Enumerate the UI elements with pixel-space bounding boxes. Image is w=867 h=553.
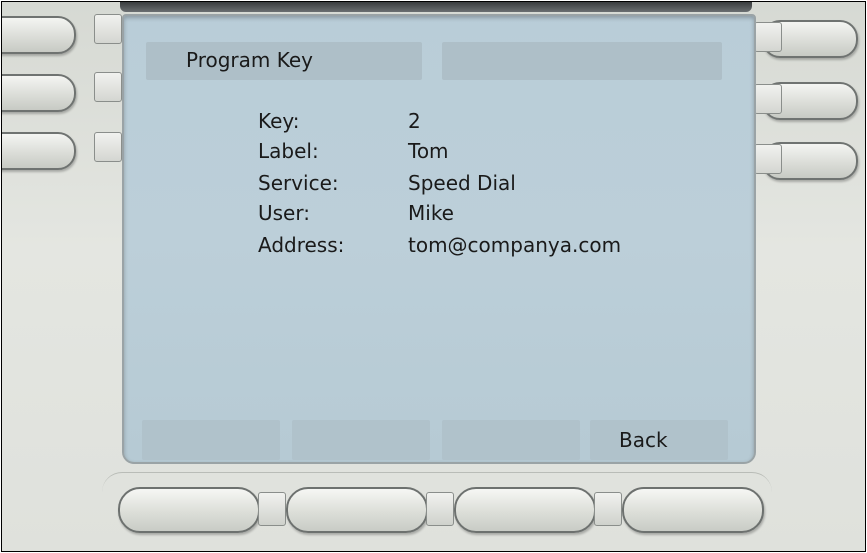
page-title: Program Key (186, 48, 314, 72)
field-value: Mike (408, 201, 454, 225)
line-key-right-2-nub (754, 84, 782, 114)
title-bar-right (442, 42, 722, 80)
softkey-button-back[interactable] (622, 487, 764, 533)
line-key-left-1-nub (94, 14, 122, 44)
bezel-top-edge (120, 2, 752, 12)
softkey-label-2 (292, 420, 430, 460)
softkey-button-3[interactable] (454, 487, 596, 533)
line-key-left-3[interactable] (2, 132, 76, 170)
field-label: Label: (258, 139, 319, 163)
display-screen: Program Key Key: 2 Label: Tom Service: S… (122, 14, 756, 464)
line-key-left-3-nub (94, 132, 122, 162)
softkey-label-back: Back (619, 428, 668, 452)
softkey-label-1 (142, 420, 280, 460)
line-key-right-1-nub (754, 22, 782, 52)
line-key-left-1[interactable] (2, 16, 76, 54)
softkey-divider (258, 492, 286, 526)
line-key-left-2-nub (94, 72, 122, 102)
field-value: tom@companya.com (408, 233, 622, 257)
line-key-right-3-nub (754, 144, 782, 174)
field-label: User: (258, 201, 310, 225)
phone-frame: Program Key Key: 2 Label: Tom Service: S… (1, 1, 866, 552)
field-label: Key: (258, 109, 300, 133)
field-value: Tom (408, 139, 449, 163)
field-value: 2 (408, 109, 421, 133)
softkey-button-1[interactable] (118, 487, 260, 533)
softkey-label-3 (442, 420, 580, 460)
field-label: Address: (258, 233, 345, 257)
softkey-button-2[interactable] (286, 487, 428, 533)
softkey-divider (594, 492, 622, 526)
field-value: Speed Dial (408, 171, 516, 195)
line-key-left-2[interactable] (2, 74, 76, 112)
field-label: Service: (258, 171, 339, 195)
softkey-divider (426, 492, 454, 526)
